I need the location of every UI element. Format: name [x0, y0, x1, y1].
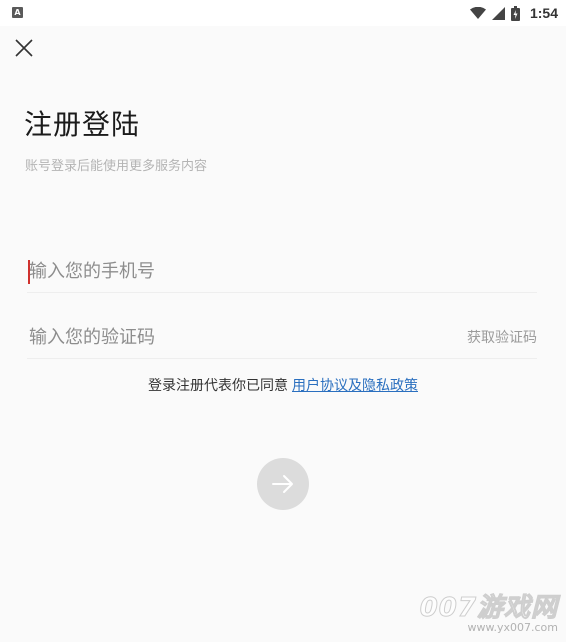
- page-title: 注册登陆: [24, 108, 141, 141]
- status-icons: 1:54: [469, 3, 558, 23]
- watermark: 007游戏网 www.yx007.com: [419, 593, 558, 634]
- phone-field: [27, 252, 537, 293]
- page-subtitle: 账号登录后能使用更多服务内容: [25, 159, 208, 174]
- verification-code-input[interactable]: [27, 318, 429, 356]
- close-button[interactable]: [10, 34, 38, 62]
- status-bar: A 1:54: [0, 0, 566, 26]
- next-button[interactable]: [257, 458, 309, 510]
- agreement-notice: 登录注册代表你已同意 用户协议及隐私政策: [0, 375, 566, 395]
- agreement-link[interactable]: 用户协议及隐私政策: [292, 378, 418, 394]
- agreement-text: 登录注册代表你已同意: [148, 378, 288, 394]
- app-notification-icon: A: [12, 7, 23, 18]
- status-time: 1:54: [529, 5, 558, 21]
- watermark-url: www.yx007.com: [467, 621, 558, 634]
- phone-input[interactable]: [27, 252, 429, 290]
- close-icon: [15, 39, 33, 57]
- get-code-button[interactable]: 获取验证码: [467, 327, 537, 347]
- signal-icon: [491, 6, 505, 20]
- battery-icon: [510, 5, 520, 21]
- login-screen: A 1:54 注册登陆 账号登录后能使用更多服务内容 获取验证码: [0, 0, 566, 642]
- arrow-right-icon: [272, 475, 293, 493]
- verification-code-field: 获取验证码: [27, 318, 537, 359]
- wifi-icon: [469, 6, 486, 19]
- watermark-brand: 007游戏网: [419, 593, 558, 623]
